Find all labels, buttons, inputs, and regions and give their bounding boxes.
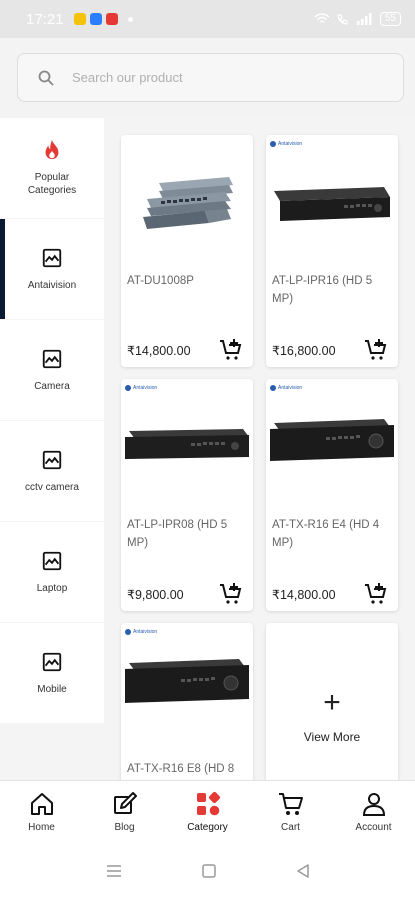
notification-app-icon (73, 13, 86, 25)
status-bar: 17:21 55 (0, 0, 415, 38)
account-icon (362, 792, 385, 816)
product-name: AT-LP-IPR08 (HD 5 MP) (127, 519, 228, 549)
nav-item-blog[interactable]: Blog (83, 781, 166, 842)
notification-app-icon (89, 13, 102, 25)
call-icon (337, 14, 348, 25)
nav-label: Blog (114, 821, 135, 833)
product-grid: AT-DU1008P ₹14,800.00 Antaivision AT-LP-… (104, 118, 415, 780)
brand-logo: Antaivision (270, 141, 302, 147)
search-input[interactable] (72, 70, 352, 85)
add-to-cart-icon[interactable] (364, 338, 388, 362)
brand-logo: Antaivision (270, 385, 302, 391)
system-navigation-bar (0, 842, 415, 900)
product-card[interactable]: Antaivision AT-TX-R16 E8 (HD 8 (121, 623, 253, 780)
brand-logo: Antaivision (125, 629, 157, 635)
product-image (274, 187, 390, 221)
search-bar[interactable] (17, 53, 404, 102)
home-icon (30, 792, 53, 815)
product-card[interactable]: AT-DU1008P ₹14,800.00 (121, 135, 253, 367)
product-price: ₹14,800.00 (272, 588, 336, 602)
nav-item-category[interactable]: Category (166, 781, 249, 842)
header (0, 38, 415, 118)
nav-label: Category (187, 821, 228, 833)
add-to-cart-icon[interactable] (364, 582, 388, 606)
view-more-card[interactable]: + View More (266, 623, 398, 780)
sidebar-item-laptop[interactable]: Laptop (0, 522, 104, 622)
sidebar-item-label: Antaivision (27, 279, 77, 291)
image-icon (42, 551, 62, 570)
menu-icon[interactable] (106, 864, 122, 878)
product-name: AT-LP-IPR16 (HD 5 MP) (272, 275, 373, 305)
notification-app-icon (105, 13, 118, 25)
sidebar-item-label: cctv camera (25, 481, 79, 493)
back-icon[interactable] (296, 864, 310, 878)
brand-logo: Antaivision (125, 385, 157, 391)
search-icon (38, 70, 54, 86)
nav-label: Account (355, 821, 392, 833)
image-icon (42, 652, 62, 671)
view-more-content: + View More (266, 686, 398, 745)
blog-icon (113, 791, 137, 814)
product-price: ₹16,800.00 (272, 344, 336, 358)
product-price: ₹9,800.00 (127, 588, 184, 602)
product-image (125, 429, 249, 459)
sidebar-item-antaivision[interactable]: Antaivision (0, 219, 104, 319)
sidebar-item-label: Camera (34, 380, 70, 392)
product-card[interactable]: Antaivision AT-LP-IPR16 (HD 5 MP) ₹16,80… (266, 135, 398, 367)
image-icon (42, 450, 62, 469)
product-name: AT-DU1008P (127, 275, 194, 287)
sidebar-item-label: Laptop (36, 582, 68, 594)
nav-label: Cart (281, 821, 300, 833)
product-image (270, 419, 394, 461)
product-price: ₹14,800.00 (127, 344, 191, 358)
image-icon (42, 248, 62, 267)
active-indicator (0, 219, 5, 319)
image-icon (42, 349, 62, 368)
add-to-cart-icon[interactable] (219, 582, 243, 606)
product-name: AT-TX-R16 E8 (HD 8 (127, 763, 235, 775)
product-card[interactable]: Antaivision AT-LP-IPR08 (HD 5 MP) ₹9,800… (121, 379, 253, 611)
product-card[interactable]: Antaivision AT-TX-R16 E4 (HD 4 MP) ₹14,8… (266, 379, 398, 611)
status-time: 17:21 (26, 10, 64, 28)
sidebar-item-camera[interactable]: Camera (0, 320, 104, 420)
nav-label: Home (28, 821, 55, 833)
product-image (125, 659, 249, 703)
product-image (143, 177, 233, 229)
signal-icon (356, 13, 372, 25)
sidebar-item-label: Mobile (37, 683, 67, 695)
category-icon (196, 791, 220, 815)
nav-item-home[interactable]: Home (0, 781, 83, 842)
product-name: AT-TX-R16 E4 (HD 4 MP) (272, 519, 380, 549)
home-button-icon[interactable] (201, 864, 216, 878)
nav-item-account[interactable]: Account (332, 781, 415, 842)
sidebar-item-cctv-camera[interactable]: cctv camera (0, 421, 104, 521)
nav-item-cart[interactable]: Cart (249, 781, 332, 842)
wifi-icon (314, 13, 330, 23)
sidebar-item-label: Popular Categories (27, 172, 77, 196)
sidebar-item-popular-categories[interactable]: Popular Categories (0, 118, 104, 218)
cart-icon (278, 792, 303, 815)
add-to-cart-icon[interactable] (219, 338, 243, 362)
battery-indicator: 55 (379, 12, 401, 26)
view-more-label: View More (303, 730, 361, 744)
bottom-navigation: Home Blog Category Cart Account (0, 780, 415, 842)
sidebar-item-mobile[interactable]: Mobile (0, 623, 104, 723)
plus-icon: + (323, 686, 341, 719)
flame-icon (45, 139, 59, 160)
category-sidebar: Popular Categories Antaivision Camera cc… (0, 118, 104, 780)
more-notifications-icon (127, 16, 133, 22)
